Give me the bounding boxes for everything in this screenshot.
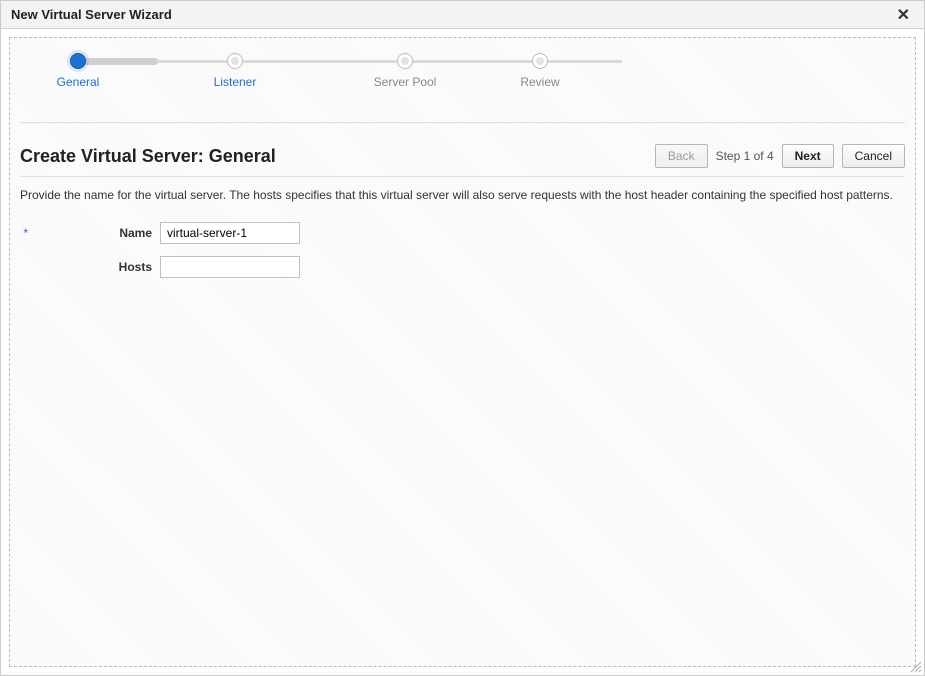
name-field[interactable] xyxy=(160,222,300,244)
step-label: General xyxy=(18,75,138,89)
required-marker: * xyxy=(20,226,28,240)
cancel-button[interactable]: Cancel xyxy=(842,144,905,168)
step-dot-icon xyxy=(70,53,86,69)
dialog-body: General Listener Server Pool Review Crea… xyxy=(1,29,924,675)
step-general[interactable]: General xyxy=(18,52,138,89)
hosts-label: Hosts xyxy=(30,260,160,274)
button-row: Back Step 1 of 4 Next Cancel xyxy=(655,144,905,168)
name-label: Name xyxy=(30,226,160,240)
step-label: Review xyxy=(480,75,600,89)
close-icon[interactable]: ✕ xyxy=(893,5,914,25)
step-review[interactable]: Review xyxy=(480,52,600,89)
step-dot-icon xyxy=(227,53,243,69)
titlebar: New Virtual Server Wizard ✕ xyxy=(1,1,924,29)
step-indicator: Step 1 of 4 xyxy=(716,149,774,163)
hosts-field[interactable] xyxy=(160,256,300,278)
wizard-stepper: General Listener Server Pool Review xyxy=(70,52,630,102)
back-button: Back xyxy=(655,144,708,168)
page-heading: Create Virtual Server: General xyxy=(20,146,276,167)
page-header: Create Virtual Server: General Back Step… xyxy=(20,144,905,168)
resize-handle-icon[interactable] xyxy=(908,659,922,673)
form-row-hosts: Hosts xyxy=(20,256,905,278)
step-label: Listener xyxy=(175,75,295,89)
page-description: Provide the name for the virtual server.… xyxy=(20,187,905,204)
form-row-name: * Name xyxy=(20,222,905,244)
step-label: Server Pool xyxy=(345,75,465,89)
step-server-pool[interactable]: Server Pool xyxy=(345,52,465,89)
divider xyxy=(20,122,905,124)
dialog-title: New Virtual Server Wizard xyxy=(11,7,172,22)
wizard-dialog: New Virtual Server Wizard ✕ General List… xyxy=(0,0,925,676)
next-button[interactable]: Next xyxy=(782,144,834,168)
step-listener[interactable]: Listener xyxy=(175,52,295,89)
header-underline xyxy=(20,176,905,177)
step-dot-icon xyxy=(532,53,548,69)
step-dot-icon xyxy=(397,53,413,69)
content-panel: General Listener Server Pool Review Crea… xyxy=(9,37,916,667)
